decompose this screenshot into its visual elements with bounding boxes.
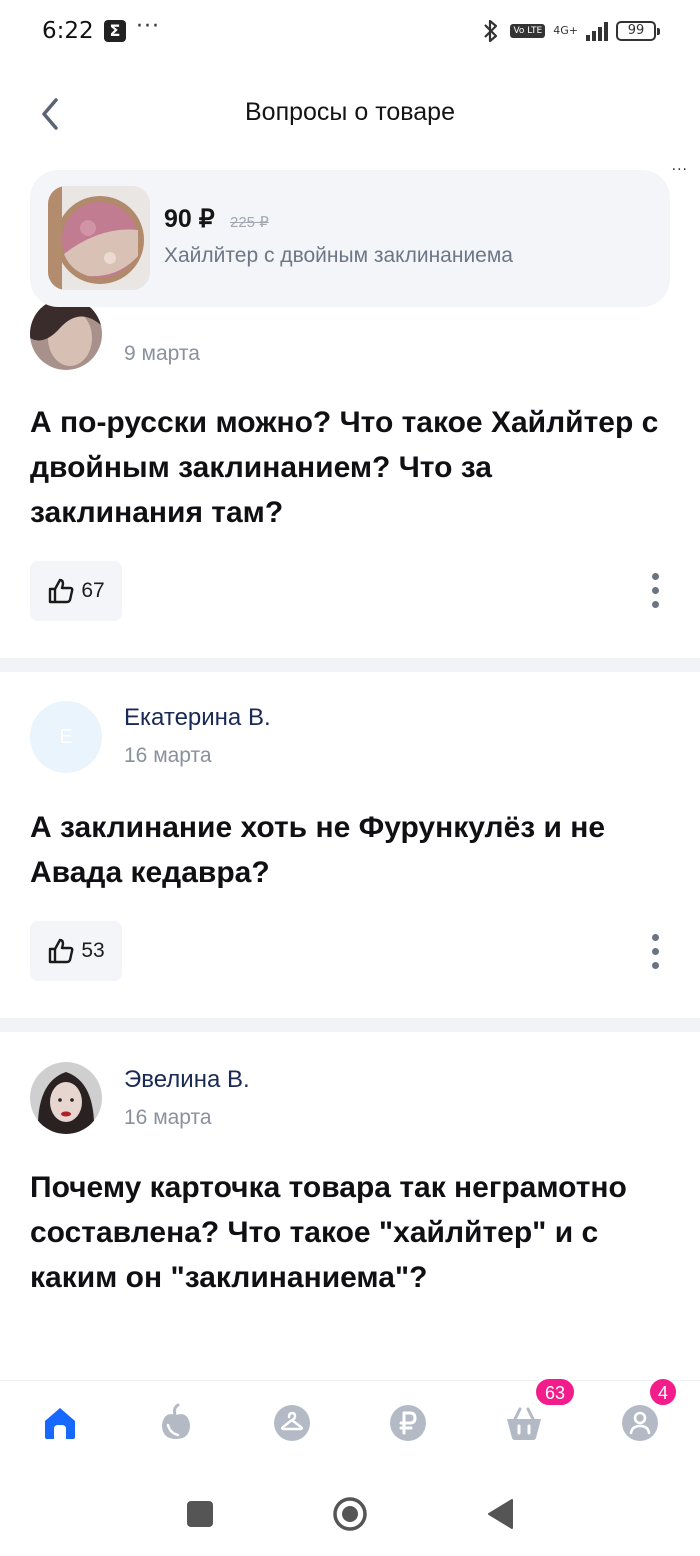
nav-cart[interactable]: 63 xyxy=(502,1377,576,1445)
triangle-back-icon xyxy=(488,1499,513,1529)
product-image xyxy=(48,186,150,290)
highlighter-image xyxy=(48,186,150,290)
circle-icon xyxy=(333,1497,367,1531)
question-date: 9 марта xyxy=(124,342,200,365)
status-bar: 6:22 Σ ··· Vo LTE 4G+ 99 xyxy=(0,0,700,64)
more-options-button[interactable] xyxy=(640,568,670,612)
question-item: Эвелина В. 16 марта Почему карточка това… xyxy=(0,1032,700,1380)
sigma-app-icon: Σ xyxy=(104,20,126,42)
signal-icon xyxy=(586,21,608,41)
question-item: Е Екатерина В. 16 марта А заклинание хот… xyxy=(0,672,700,1018)
volte-icon: Vo LTE xyxy=(510,24,546,38)
bluetooth-icon xyxy=(484,19,498,43)
profile-icon xyxy=(622,1405,658,1441)
question-date: 16 марта xyxy=(124,744,212,767)
thumbs-up-icon xyxy=(49,578,74,604)
question-item: 9 марта А по-русски можно? Что такое Хай… xyxy=(0,298,700,660)
catalog-icon xyxy=(162,1403,190,1439)
cart-icon xyxy=(507,1407,541,1440)
network-type: 4G+ xyxy=(553,24,578,37)
product-card[interactable]: 90 ₽ 225 ₽ Хайлйтер с двойным заклинание… xyxy=(30,170,670,307)
back-system-button[interactable] xyxy=(478,1492,522,1536)
nav-brands[interactable] xyxy=(270,1401,314,1445)
more-options-button[interactable] xyxy=(640,929,670,973)
avatar[interactable] xyxy=(30,1062,102,1134)
cart-badge: 63 xyxy=(534,1377,576,1407)
like-button[interactable]: 53 xyxy=(30,921,122,981)
profile-badge: 4 xyxy=(648,1377,678,1407)
avatar-letter: Е xyxy=(59,725,73,748)
question-author[interactable]: Эвелина В. xyxy=(124,1066,250,1094)
nav-finance[interactable] xyxy=(386,1401,430,1445)
question-date: 16 марта xyxy=(124,1106,212,1129)
battery-icon: 99 xyxy=(616,21,660,41)
avatar[interactable] xyxy=(30,298,102,370)
system-navigation-bar xyxy=(0,1472,700,1556)
question-text: А по-русски можно? Что такое Хайлйтер с … xyxy=(30,406,659,529)
recent-apps-button[interactable] xyxy=(178,1492,222,1536)
more-notifications-icon: ··· xyxy=(136,14,160,39)
thumbs-up-icon xyxy=(49,938,74,964)
question-author[interactable]: Екатерина В. xyxy=(124,704,271,732)
divider xyxy=(0,1018,700,1032)
home-system-button[interactable] xyxy=(328,1492,372,1536)
status-icons: Vo LTE 4G+ 99 xyxy=(480,18,660,44)
question-text: А заклинание хоть не Фурункулёз и не Ава… xyxy=(30,811,606,889)
nav-home[interactable] xyxy=(38,1401,82,1445)
avatar-photo xyxy=(30,298,102,370)
product-old-price: 225 ₽ xyxy=(230,214,269,231)
header-more-icon[interactable]: ... xyxy=(672,158,688,174)
avatar-photo xyxy=(30,1062,102,1134)
divider xyxy=(0,658,700,672)
product-name: Хайлйтер с двойным заклинаниема xyxy=(164,244,513,267)
nav-catalog[interactable] xyxy=(154,1401,198,1445)
ruble-icon xyxy=(390,1405,426,1441)
page-title: Вопросы о товаре xyxy=(245,98,455,126)
bottom-navigation: 63 4 xyxy=(0,1377,700,1472)
product-price: 90 ₽ xyxy=(164,205,215,233)
hanger-icon xyxy=(274,1405,310,1441)
like-count: 67 xyxy=(81,579,105,602)
square-icon xyxy=(187,1501,213,1527)
avatar[interactable]: Е xyxy=(30,701,102,773)
like-count: 53 xyxy=(81,939,105,962)
like-button[interactable]: 67 xyxy=(30,561,122,621)
status-time: 6:22 xyxy=(42,18,94,44)
question-text: Почему карточка товара так неграмотно со… xyxy=(30,1171,627,1294)
home-icon xyxy=(45,1408,75,1439)
nav-profile[interactable]: 4 xyxy=(618,1377,678,1445)
header: Вопросы о товаре ... xyxy=(0,80,700,174)
